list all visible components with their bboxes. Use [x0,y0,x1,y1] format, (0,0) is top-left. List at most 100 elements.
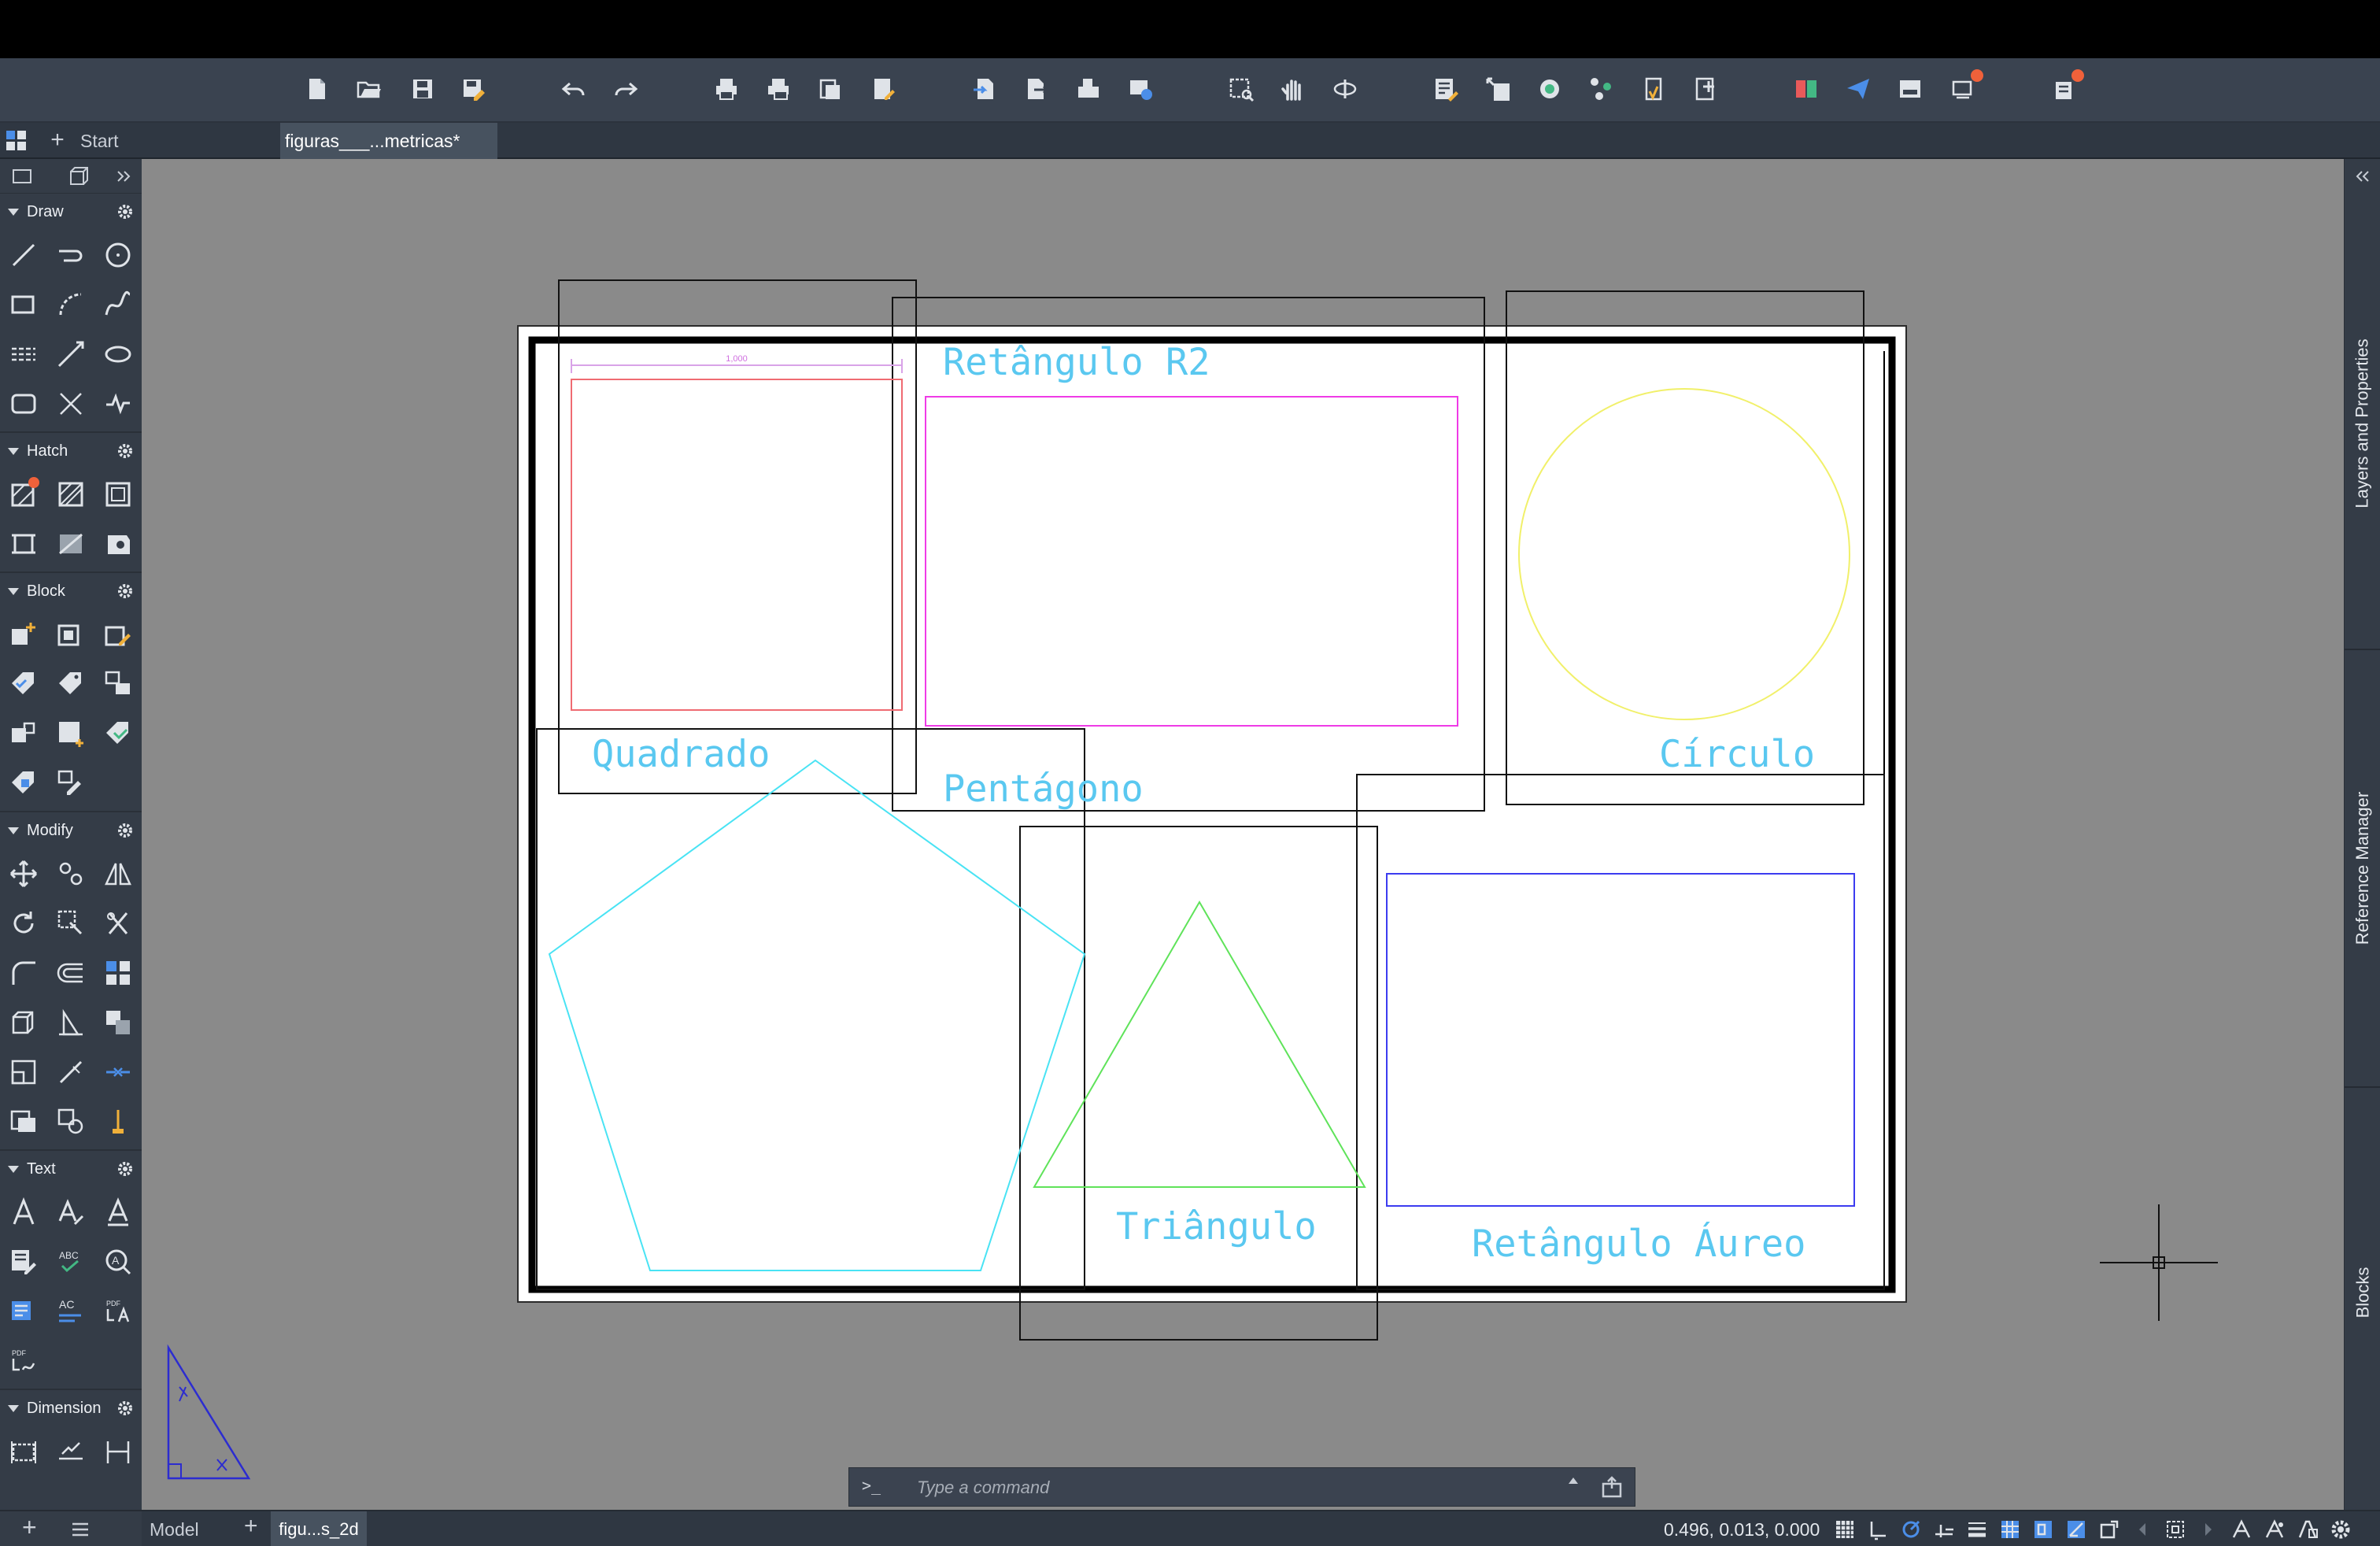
2d-view-icon[interactable] [11,167,35,186]
find-text-tool-icon[interactable]: A [94,1237,142,1286]
single-line-text-tool-icon[interactable] [47,1187,94,1237]
rounded-rect-tool-icon[interactable] [0,379,47,428]
hatch-lines-tool-icon[interactable] [0,329,47,379]
insert-block-tool-icon[interactable] [0,609,47,659]
redo-icon[interactable] [611,74,641,104]
grid-display-icon[interactable] [1831,1518,1859,1541]
ray-tool-icon[interactable] [47,379,94,428]
save-icon[interactable] [408,74,438,104]
compare-icon[interactable] [1791,74,1821,104]
hatch-settings-gear-icon[interactable] [116,442,134,460]
pan-hand-icon[interactable] [1278,74,1308,104]
join-tool-icon[interactable] [94,1047,142,1097]
wipeout-tool-icon[interactable] [94,519,142,568]
boundary-tool-icon[interactable] [94,469,142,519]
zoom-window-icon[interactable] [1226,74,1256,104]
pdf-text-tool-icon[interactable]: PDF [94,1286,142,1336]
add-block-tool-icon[interactable] [47,708,94,758]
erase-tool-icon[interactable] [94,1097,142,1146]
tab-layout[interactable]: figu...s_2d [271,1511,367,1546]
match-properties-icon[interactable] [1483,74,1513,104]
dimension-tool-icon[interactable] [0,1426,47,1476]
expand-panel-icon[interactable] [115,168,132,184]
spell-check-tool-icon[interactable]: ABC [47,1237,94,1286]
share-icon[interactable] [1074,74,1103,104]
block-palette-tool-icon[interactable] [94,659,142,708]
transparency-icon[interactable] [1996,1518,2024,1541]
command-line[interactable]: >_ [848,1467,1635,1507]
revision-cloud-tool-icon[interactable] [94,379,142,428]
lengthen-tool-icon[interactable] [47,1047,94,1097]
move-tool-icon[interactable] [0,849,47,898]
selection-cycling-icon[interactable] [2029,1518,2057,1541]
change-space-tool-icon[interactable] [47,1097,94,1146]
polyline-tool-icon[interactable] [47,230,94,279]
write-block-tool-icon[interactable] [0,708,47,758]
snap-mode-icon[interactable] [1864,1518,1892,1541]
print-icon[interactable] [711,74,741,104]
command-expand-icon[interactable] [1598,1474,1625,1501]
command-history-arrow-icon[interactable] [1569,1478,1578,1484]
edit-block-tool-icon[interactable] [94,609,142,659]
plot-preview-icon[interactable] [869,74,899,104]
polar-tracking-icon[interactable] [1930,1518,1958,1541]
viewport-scale-icon[interactable] [2161,1518,2190,1541]
region-tool-icon[interactable] [0,519,47,568]
batch-plot-icon[interactable] [763,74,793,104]
collapse-palette-icon[interactable] [2354,168,2371,184]
dimension-settings-gear-icon[interactable] [116,1400,134,1417]
add-tool-set-icon[interactable]: + [22,1513,37,1542]
text-settings-gear-icon[interactable] [116,1160,134,1178]
edit-text-tool-icon[interactable] [0,1237,47,1286]
open-folder-icon[interactable] [354,74,384,104]
new-file-icon[interactable] [302,74,332,104]
panel-modify-header[interactable]: Modify [0,812,142,849]
notifications-icon[interactable] [2049,69,2084,104]
tab-layers-and-properties[interactable]: Layers and Properties [2345,198,2380,649]
design-center-icon[interactable] [1535,74,1565,104]
block-editor-tool-icon[interactable] [47,758,94,808]
nav-back-icon[interactable] [2128,1518,2156,1541]
block-settings-gear-icon[interactable] [116,583,134,600]
menu-lines-icon[interactable] [69,1519,91,1540]
command-input[interactable] [917,1473,1562,1503]
orbit-icon[interactable] [1330,74,1360,104]
sheet-set-icon[interactable] [1639,74,1669,104]
fillet-tool-icon[interactable] [0,948,47,997]
create-block-tool-icon[interactable] [47,609,94,659]
dynamic-ucs-icon[interactable] [2062,1518,2090,1541]
annotation-visibility-icon[interactable] [2227,1518,2256,1541]
panel-dimension-header[interactable]: Dimension [0,1390,142,1426]
add-layout-button[interactable]: + [244,1513,258,1540]
tab-document[interactable]: figuras___...metricas* [280,123,497,159]
define-attribute-tool-icon[interactable] [0,659,47,708]
hatch-edit-tool-icon[interactable] [47,469,94,519]
linear-dimension-tool-icon[interactable] [94,1426,142,1476]
line-tool-icon[interactable] [0,230,47,279]
export-icon[interactable] [1022,74,1051,104]
gradient-tool-icon[interactable] [47,519,94,568]
app-menu-icon[interactable] [5,129,28,153]
array-tool-icon[interactable] [94,948,142,997]
spline-tool-icon[interactable] [94,279,142,329]
multiline-text-tool-icon[interactable] [0,1187,47,1237]
scale-rect-tool-icon[interactable] [0,1047,47,1097]
circle-tool-icon[interactable] [94,230,142,279]
scale-tool-icon[interactable] [47,997,94,1047]
panel-block-header[interactable]: Block [0,573,142,609]
save-as-icon[interactable] [458,74,488,104]
arc-tool-icon[interactable] [47,279,94,329]
undo-icon[interactable] [559,74,589,104]
table-text-tool-icon[interactable] [0,1286,47,1336]
tool-palettes-icon[interactable] [1587,74,1617,104]
draw-settings-gear-icon[interactable] [116,203,134,220]
pdf-import-tool-icon[interactable]: PDF [0,1336,47,1385]
workspace-switch-icon[interactable] [2293,1518,2322,1541]
command-prompt-icon[interactable]: >_ [862,1476,881,1495]
draw-order-tool-icon[interactable] [94,997,142,1047]
hatch-tool-icon[interactable] [0,469,47,519]
layout-icon[interactable] [1895,74,1925,104]
construction-line-tool-icon[interactable] [47,329,94,379]
stretch-tool-icon[interactable] [47,898,94,948]
3d-box-tool-icon[interactable] [0,997,47,1047]
